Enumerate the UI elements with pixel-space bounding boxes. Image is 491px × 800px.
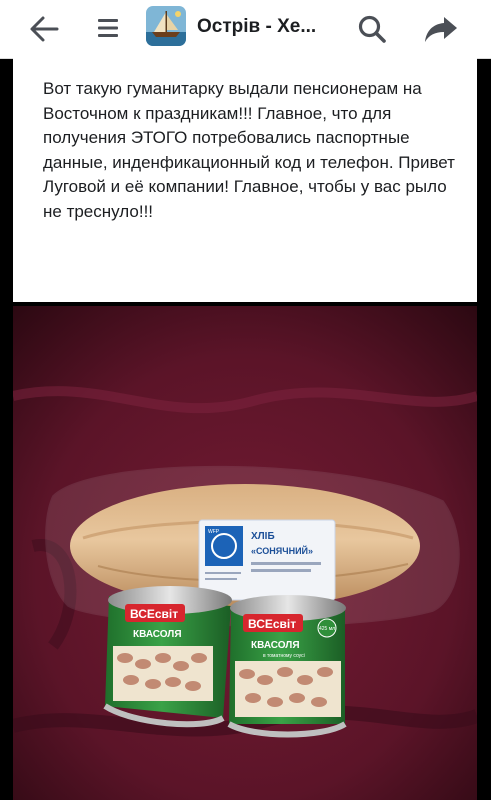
menu-icon[interactable] (96, 17, 120, 39)
back-arrow-icon[interactable] (28, 14, 60, 44)
can-right-weight: 425 мл (319, 626, 335, 632)
post-text: Вот такую гуманитарку выдали пенсионерам… (43, 79, 455, 221)
share-icon[interactable] (424, 14, 458, 44)
group-avatar[interactable] (146, 6, 186, 46)
can-right-subtext: в томатному соусі (263, 653, 305, 659)
bread-label: WFP ХЛІБ «СОНЯЧНИЙ» (198, 519, 336, 601)
wfp-label: WFP (208, 529, 220, 535)
top-bar: Острів - Хе... (0, 0, 491, 59)
can-left-brand: ВСЕсвіт (130, 607, 178, 621)
post-card: Вот такую гуманитарку выдали пенсионерам… (13, 58, 477, 302)
can-right-brand: ВСЕсвіт (248, 617, 296, 631)
bean-can-right: ВСЕсвіт КВАСОЛЯ в томатному соусі 425 мл (227, 595, 347, 738)
group-title[interactable]: Острів - Хе... (197, 16, 316, 38)
can-left-product: КВАСОЛЯ (133, 629, 182, 640)
can-right-product: КВАСОЛЯ (251, 640, 300, 651)
search-icon[interactable] (357, 14, 387, 44)
photo-scene: WFP ХЛІБ «СОНЯЧНИЙ» ВСЕсвіт КВАСОЛЯ ВСЕс… (13, 306, 477, 800)
bread-label-name: «СОНЯЧНИЙ» (251, 545, 313, 556)
bean-can-left: ВСЕсвіт КВАСОЛЯ (103, 586, 232, 728)
post-photo[interactable]: WFP ХЛІБ «СОНЯЧНИЙ» ВСЕсвіт КВАСОЛЯ ВСЕс… (13, 306, 477, 800)
bread-label-title: ХЛІБ (251, 531, 275, 542)
